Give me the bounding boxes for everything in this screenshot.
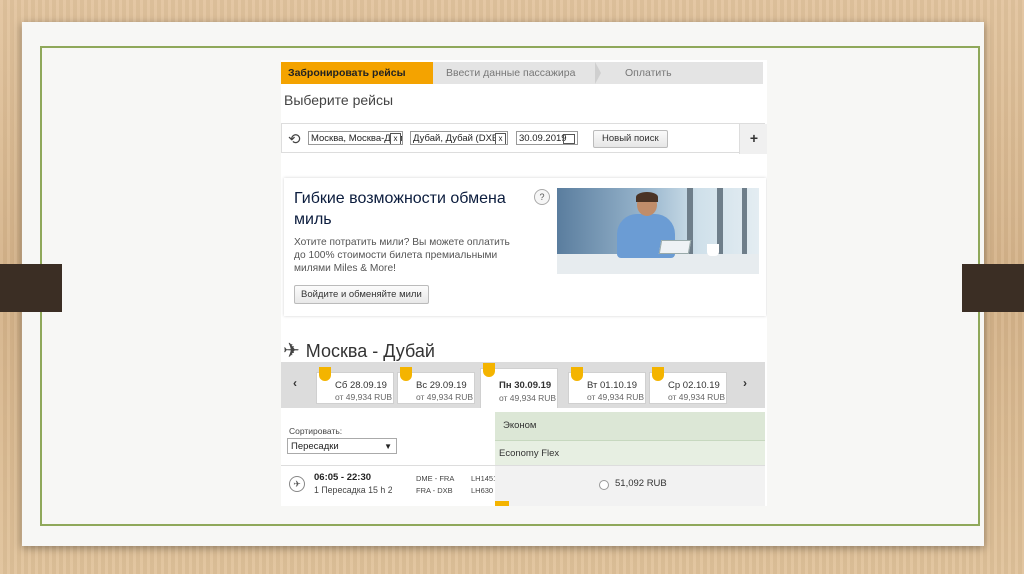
date-price: от 49,934 RUB bbox=[587, 392, 645, 402]
route-heading: ✈ Москва - Дубай bbox=[283, 338, 435, 363]
date-value: 30.09.2019 bbox=[519, 133, 567, 144]
chevron-down-icon: ▼ bbox=[384, 442, 392, 451]
date-label: Сб 28.09.19 bbox=[335, 380, 387, 391]
login-redeem-miles-button[interactable]: Войдите и обменяйте мили bbox=[294, 285, 429, 304]
cabin-class-header: Эконом bbox=[495, 412, 765, 441]
price-tag-icon bbox=[483, 363, 495, 377]
step-payment[interactable]: Оплатить bbox=[599, 62, 763, 84]
fare-family-header: Economy Flex bbox=[495, 441, 765, 465]
date-option[interactable]: Вс 29.09.19 от 49,934 RUB bbox=[397, 367, 475, 404]
date-option[interactable]: Сб 28.09.19 от 49,934 RUB bbox=[316, 367, 394, 404]
sort-select[interactable]: Пересадки ▼ bbox=[287, 438, 397, 454]
clear-origin-icon[interactable]: x bbox=[390, 133, 401, 144]
airplane-icon: ✈ bbox=[283, 340, 300, 362]
origin-field[interactable]: Москва, Москва-Домо x bbox=[308, 131, 403, 145]
slide-tab-right bbox=[962, 264, 1024, 312]
flight-times[interactable]: 06:05 - 22:30 bbox=[314, 472, 371, 483]
promo-text: Хотите потратить мили? Вы можете оплатит… bbox=[294, 237, 510, 274]
help-icon[interactable]: ? bbox=[534, 189, 550, 205]
step-passenger-data[interactable]: Ввести данные пассажира bbox=[433, 62, 601, 84]
booking-steps: Забронировать рейсы Ввести данные пассаж… bbox=[281, 62, 763, 84]
flight-stops: 1 Пересадка 15 h 25 bbox=[314, 485, 392, 495]
price-tag-icon bbox=[319, 367, 331, 381]
miles-promo-card: Гибкие возможности обмена миль ? Хотите … bbox=[284, 178, 766, 316]
date-label: Вс 29.09.19 bbox=[416, 380, 467, 391]
price-tag-icon bbox=[652, 367, 664, 381]
destination-field[interactable]: Дубай, Дубай (DXB), x bbox=[410, 131, 508, 145]
date-label: Вт 01.10.19 bbox=[587, 380, 637, 391]
date-label: Пн 30.09.19 bbox=[499, 380, 552, 391]
date-option[interactable]: Вт 01.10.19 от 49,934 RUB bbox=[568, 367, 646, 404]
destination-value: Дубай, Дубай (DXB), bbox=[413, 133, 505, 144]
slide-tab-left bbox=[0, 264, 62, 312]
swap-icon[interactable]: ⟲ bbox=[288, 130, 301, 148]
segment-flight-number: LH1451 bbox=[471, 474, 498, 483]
segment-route: FRA - DXB bbox=[416, 486, 453, 495]
fare-option[interactable]: 51,092 RUB bbox=[495, 466, 765, 506]
prev-dates-icon[interactable]: ‹ bbox=[293, 376, 297, 390]
fare-price: 51,092 RUB bbox=[615, 478, 667, 489]
next-dates-icon[interactable]: › bbox=[743, 376, 747, 390]
airline-logo-icon: ✈ bbox=[289, 476, 305, 492]
clear-destination-icon[interactable]: x bbox=[495, 133, 506, 144]
promo-photo bbox=[557, 188, 759, 274]
promo-title: Гибкие возможности обмена миль bbox=[294, 190, 506, 228]
price-tag-icon bbox=[400, 367, 412, 381]
calendar-icon[interactable] bbox=[563, 134, 575, 144]
date-price: от 49,934 RUB bbox=[499, 393, 557, 403]
date-field[interactable]: 30.09.2019 bbox=[516, 131, 578, 145]
new-search-button[interactable]: Новый поиск bbox=[593, 130, 668, 148]
cabin-class-label: Эконом bbox=[503, 420, 537, 431]
segment-route: DME - FRA bbox=[416, 474, 455, 483]
search-bar: ⟲ Москва, Москва-Домо x Дубай, Дубай (DX… bbox=[281, 123, 767, 154]
date-option-selected[interactable]: Пн 30.09.19 от 49,934 RUB bbox=[480, 363, 558, 408]
date-price: от 49,934 RUB bbox=[668, 392, 726, 402]
route-title: Москва - Дубай bbox=[305, 341, 435, 361]
sort-label: Сортировать: bbox=[289, 426, 343, 436]
price-tag-icon bbox=[571, 367, 583, 381]
date-option[interactable]: Ср 02.10.19 от 49,934 RUB bbox=[649, 367, 727, 404]
segment-flight-number: LH630 bbox=[471, 486, 494, 495]
selection-marker bbox=[495, 501, 509, 506]
fare-radio[interactable] bbox=[599, 480, 609, 490]
booking-page: Забронировать рейсы Ввести данные пассаж… bbox=[281, 60, 767, 506]
page-title: Выберите рейсы bbox=[284, 92, 394, 108]
date-carousel: ‹ Сб 28.09.19 от 49,934 RUB Вс 29.09.19 … bbox=[281, 362, 765, 408]
fare-family-label: Economy Flex bbox=[499, 448, 560, 459]
sort-value: Пересадки bbox=[291, 441, 339, 452]
expand-plus-button[interactable]: + bbox=[739, 124, 767, 154]
date-price: от 49,934 RUB bbox=[416, 392, 474, 402]
date-price: от 49,934 RUB bbox=[335, 392, 393, 402]
step-book-flights[interactable]: Забронировать рейсы bbox=[281, 62, 433, 84]
date-label: Ср 02.10.19 bbox=[668, 380, 720, 391]
